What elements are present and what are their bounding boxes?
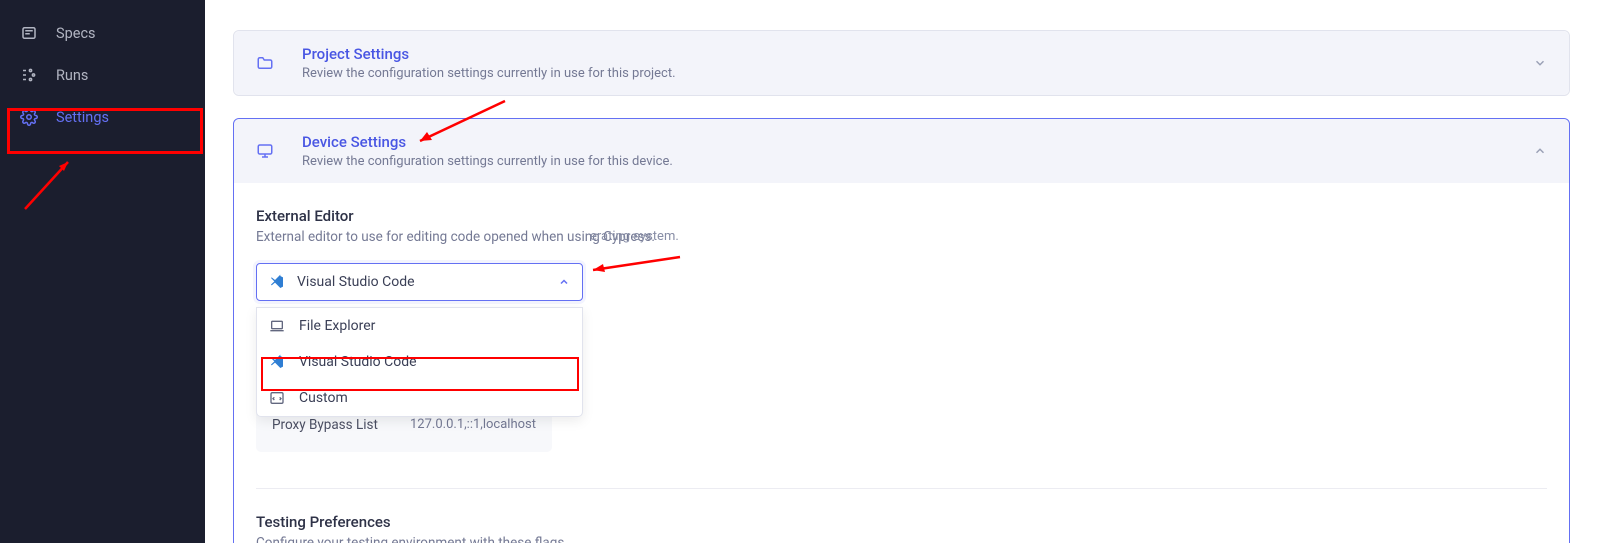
- editor-option-file-explorer[interactable]: File Explorer: [257, 308, 582, 344]
- main-content: Project Settings Review the configuratio…: [205, 0, 1600, 543]
- proxy-bypass-value: 127.0.0.1,::1,localhost: [410, 417, 536, 433]
- sidebar-item-settings[interactable]: Settings: [0, 96, 205, 138]
- device-settings-body: External Editor External editor to use f…: [234, 183, 1569, 543]
- laptop-icon: [269, 318, 285, 334]
- folder-icon: [256, 54, 274, 72]
- sidebar: Specs Runs Settings: [0, 0, 205, 543]
- editor-option-vscode[interactable]: Visual Studio Code: [257, 344, 582, 380]
- testing-prefs-title: Testing Preferences: [256, 513, 1547, 531]
- chevron-down-icon: [1533, 56, 1547, 70]
- sidebar-item-specs[interactable]: Specs: [0, 12, 205, 54]
- proxy-bypass-label: Proxy Bypass List: [272, 417, 378, 433]
- code-block-icon: [269, 390, 285, 406]
- runs-icon: [20, 66, 38, 84]
- vscode-icon: [269, 274, 285, 290]
- project-settings-desc: Review the configuration settings curren…: [302, 66, 1533, 81]
- sidebar-item-runs[interactable]: Runs: [0, 54, 205, 96]
- specs-icon: [20, 24, 38, 42]
- editor-selected-label: Visual Studio Code: [297, 274, 546, 290]
- editor-dropdown: File Explorer Visual Studio Code: [256, 307, 583, 417]
- device-settings-header[interactable]: Device Settings Review the configuration…: [234, 119, 1569, 183]
- chevron-up-icon: [558, 276, 570, 288]
- section-divider: [256, 488, 1547, 489]
- gear-icon: [20, 108, 38, 126]
- project-settings-header[interactable]: Project Settings Review the configuratio…: [234, 31, 1569, 95]
- editor-select-wrap: Visual Studio Code File Explorer: [256, 263, 583, 301]
- vscode-icon: [269, 354, 285, 370]
- editor-option-custom[interactable]: Custom: [257, 380, 582, 416]
- device-settings-panel: Device Settings Review the configuration…: [233, 118, 1570, 543]
- device-settings-desc: Review the configuration settings curren…: [302, 154, 1533, 169]
- testing-prefs-desc: Configure your testing environment with …: [256, 535, 1547, 543]
- sidebar-item-label: Settings: [56, 109, 109, 126]
- chevron-up-icon: [1533, 144, 1547, 158]
- external-editor-title: External Editor: [256, 207, 1547, 225]
- editor-select[interactable]: Visual Studio Code: [256, 263, 583, 301]
- editor-option-label: File Explorer: [299, 318, 375, 334]
- project-settings-panel: Project Settings Review the configuratio…: [233, 30, 1570, 96]
- device-settings-title: Device Settings: [302, 133, 1533, 151]
- obscured-text-fragment: erating system.: [590, 229, 1547, 244]
- sidebar-item-label: Runs: [56, 67, 88, 84]
- editor-option-label: Visual Studio Code: [299, 354, 417, 370]
- monitor-icon: [256, 142, 274, 160]
- editor-option-label: Custom: [299, 390, 348, 406]
- sidebar-item-label: Specs: [56, 25, 96, 42]
- project-settings-title: Project Settings: [302, 45, 1533, 63]
